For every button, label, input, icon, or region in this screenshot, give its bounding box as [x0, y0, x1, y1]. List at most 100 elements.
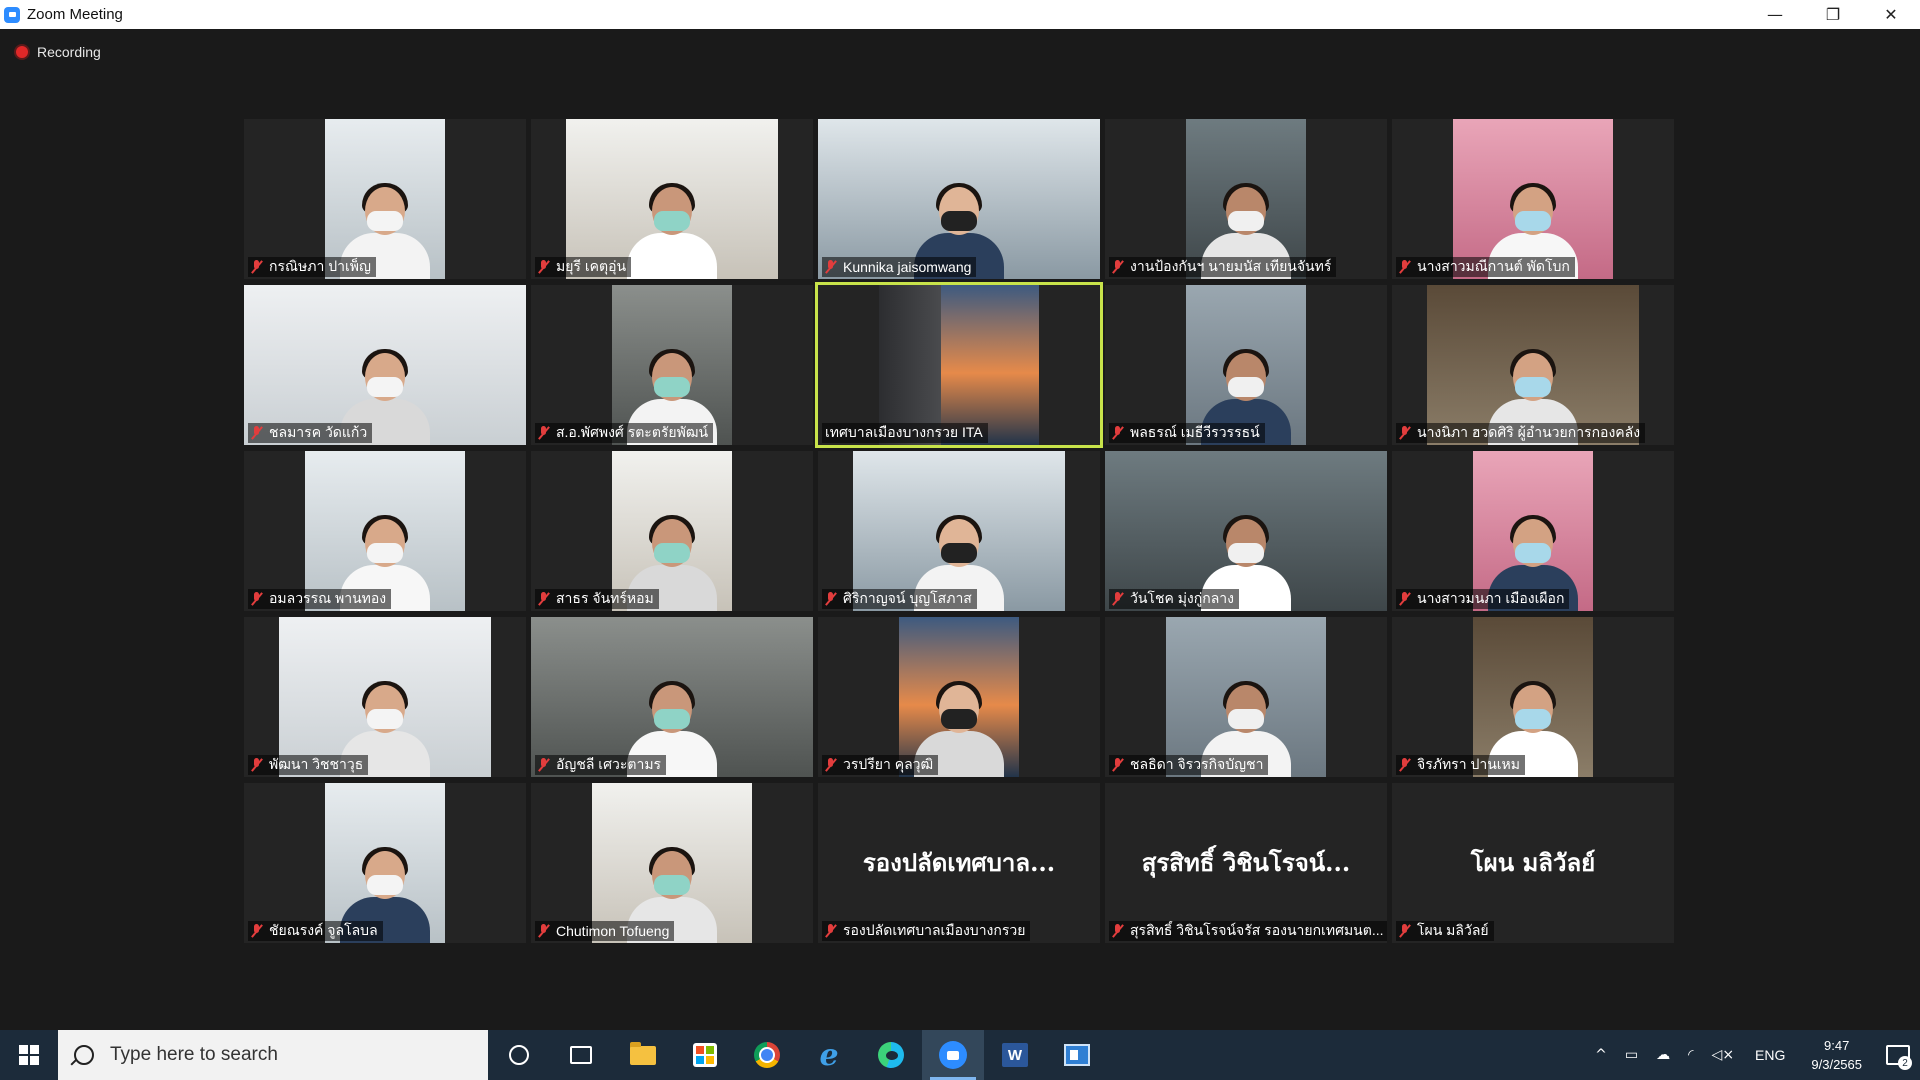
muted-mic-icon	[825, 758, 837, 772]
muted-mic-icon	[1399, 260, 1411, 274]
start-button[interactable]	[0, 1030, 58, 1080]
file-explorer-button[interactable]	[612, 1030, 674, 1080]
participant-video	[1186, 119, 1306, 279]
participant-tile[interactable]: สุรสิทธิ์ วิชินโรจน์... สุรสิทธิ์ วิชินโร…	[1105, 783, 1387, 943]
muted-mic-icon	[538, 260, 550, 274]
participant-tile[interactable]: Chutimon Tofueng	[531, 783, 813, 943]
onedrive-icon[interactable]: ☁	[1656, 1047, 1670, 1063]
app-window-button[interactable]	[1046, 1030, 1108, 1080]
battery-icon[interactable]: ▭	[1625, 1047, 1638, 1063]
participant-tile[interactable]: ชลมารค วัดแก้ว	[244, 285, 526, 445]
show-hidden-icons-chevron-icon[interactable]: ^	[1595, 1047, 1607, 1063]
app-window-icon	[1064, 1044, 1090, 1066]
recording-indicator[interactable]: Recording	[16, 44, 101, 60]
participant-tile[interactable]: สาธร จันทร์หอม	[531, 451, 813, 611]
participant-tile[interactable]: เทศบาลเมืองบางกรวย ITA	[815, 282, 1103, 448]
muted-mic-icon	[1112, 924, 1124, 938]
zoom-app-icon	[4, 6, 20, 23]
internet-explorer-icon: e	[819, 1037, 839, 1073]
participant-tile[interactable]: ชัยณรงค์ จูลโลบล	[244, 783, 526, 943]
windows-taskbar: Type here to search e W ^ ▭ ☁ ◜ ◁× ENG 9…	[0, 1030, 1920, 1080]
participant-tile[interactable]: รองปลัดเทศบาล... รองปลัดเทศบาลเมืองบางกรว…	[818, 783, 1100, 943]
internet-explorer-button[interactable]: e	[798, 1030, 860, 1080]
task-view-button[interactable]	[550, 1030, 612, 1080]
clock[interactable]: 9:47 9/3/2565	[1811, 1036, 1862, 1074]
muted-mic-icon	[251, 592, 263, 606]
participant-video	[612, 285, 732, 445]
participant-name-label: ศิริกาญจน์ บุญโสภาส	[822, 589, 977, 609]
muted-mic-icon	[1112, 758, 1124, 772]
chrome-button[interactable]	[736, 1030, 798, 1080]
participant-name: ชลมารค วัดแก้ว	[269, 424, 368, 440]
participant-video	[1453, 119, 1613, 279]
window-controls: — ❐ ✕	[1746, 0, 1920, 29]
muted-mic-icon	[251, 426, 263, 440]
participant-name: นางสาวมณีกานต์ พัดโบก	[1417, 258, 1570, 274]
participant-video	[1427, 285, 1639, 445]
cortana-button[interactable]	[488, 1030, 550, 1080]
participant-tile[interactable]: นางสาวมนภา เมืองเผือก	[1392, 451, 1674, 611]
edge-button[interactable]	[860, 1030, 922, 1080]
participant-name: พัฒนา วิชชาวุธ	[269, 756, 364, 772]
participant-tile[interactable]: จิรภัทรา ปานเหม	[1392, 617, 1674, 777]
restore-button[interactable]: ❐	[1804, 0, 1862, 29]
action-center-button[interactable]: 2	[1876, 1030, 1920, 1080]
participant-name-label: พลธรณ์ เมธีวีรวรรธน์	[1109, 423, 1265, 443]
participant-tile[interactable]: งานป้องกันฯ นายมนัส เทียนจันทร์	[1105, 119, 1387, 279]
muted-mic-icon	[1112, 592, 1124, 606]
word-icon: W	[1002, 1043, 1028, 1067]
participant-tile[interactable]: โผน มลิวัลย์ โผน มลิวัลย์	[1392, 783, 1674, 943]
chrome-icon	[754, 1042, 780, 1068]
participant-tile[interactable]: มยุรี เคตุอุ่น	[531, 119, 813, 279]
participant-name-label: Kunnika jaisomwang	[822, 257, 977, 277]
participant-name: จิรภัทรา ปานเหม	[1417, 756, 1521, 772]
microsoft-store-button[interactable]	[674, 1030, 736, 1080]
participant-display-name: โผน มลิวัลย์	[1470, 848, 1596, 877]
participant-name-label: นางสาวมณีกานต์ พัดโบก	[1396, 257, 1575, 277]
participant-video	[325, 119, 445, 279]
participant-tile[interactable]: อัญชลี เศวะตามร	[531, 617, 813, 777]
participant-name-label: นางสาวมนภา เมืองเผือก	[1396, 589, 1570, 609]
taskbar-search-box[interactable]: Type here to search	[58, 1030, 488, 1080]
participant-tile[interactable]: กรณิษภา ปาเพ็ญ	[244, 119, 526, 279]
participant-tile[interactable]: พัฒนา วิชชาวุธ	[244, 617, 526, 777]
participant-gallery: กรณิษภา ปาเพ็ญ มยุรี เคตุอุ่น Kunnika jais…	[244, 119, 1676, 965]
participant-tile[interactable]: Kunnika jaisomwang	[818, 119, 1100, 279]
close-button[interactable]: ✕	[1862, 0, 1920, 29]
notification-count: 2	[1898, 1056, 1912, 1070]
participant-name-label: ชัยณรงค์ จูลโลบล	[248, 921, 383, 941]
participant-tile[interactable]: ศิริกาญจน์ บุญโสภาส	[818, 451, 1100, 611]
participant-tile[interactable]: นางสาวมณีกานต์ พัดโบก	[1392, 119, 1674, 279]
participant-name: ส.อ.พัศพงศ์ รตะตรัยพัฒน์	[556, 424, 709, 440]
participant-video	[612, 451, 732, 611]
wifi-icon[interactable]: ◜	[1688, 1047, 1693, 1063]
participant-name: ชัยณรงค์ จูลโลบล	[269, 922, 378, 938]
participant-tile[interactable]: ชลธิดา จิรวรกิจบัญชา	[1105, 617, 1387, 777]
participant-video	[592, 783, 752, 943]
volume-muted-icon[interactable]: ◁×	[1712, 1047, 1735, 1063]
participant-video	[566, 119, 778, 279]
participant-display-name: รองปลัดเทศบาล...	[862, 848, 1056, 877]
participant-tile[interactable]: วันโชค มุ่งกู่กลาง	[1105, 451, 1387, 611]
zoom-taskbar-button[interactable]	[922, 1030, 984, 1080]
participant-name-label: กรณิษภา ปาเพ็ญ	[248, 257, 376, 277]
muted-mic-icon	[538, 924, 550, 938]
input-language[interactable]: ENG	[1755, 1047, 1785, 1063]
muted-mic-icon	[538, 426, 550, 440]
participant-name-label: งานป้องกันฯ นายมนัส เทียนจันทร์	[1109, 257, 1337, 277]
participant-tile[interactable]: อมลวรรณ พานทอง	[244, 451, 526, 611]
participant-name-label: Chutimon Tofueng	[535, 921, 675, 941]
participant-name: วันโชค มุ่งกู่กลาง	[1130, 590, 1235, 606]
participant-name: มยุรี เคตุอุ่น	[556, 258, 627, 274]
muted-mic-icon	[1399, 426, 1411, 440]
participant-tile[interactable]: ส.อ.พัศพงศ์ รตะตรัยพัฒน์	[531, 285, 813, 445]
muted-mic-icon	[825, 924, 837, 938]
participant-name-label: สาธร จันทร์หอม	[535, 589, 659, 609]
minimize-button[interactable]: —	[1746, 0, 1804, 29]
participant-tile[interactable]: วรปรียา คุลวุฒิ	[818, 617, 1100, 777]
participant-tile[interactable]: นางนิภา ฮวดศิริ ผู้อำนวยการกองคลัง	[1392, 285, 1674, 445]
participant-name-label: อัญชลี เศวะตามร	[535, 755, 667, 775]
word-button[interactable]: W	[984, 1030, 1046, 1080]
participant-name: งานป้องกันฯ นายมนัส เทียนจันทร์	[1130, 258, 1332, 274]
participant-tile[interactable]: พลธรณ์ เมธีวีรวรรธน์	[1105, 285, 1387, 445]
